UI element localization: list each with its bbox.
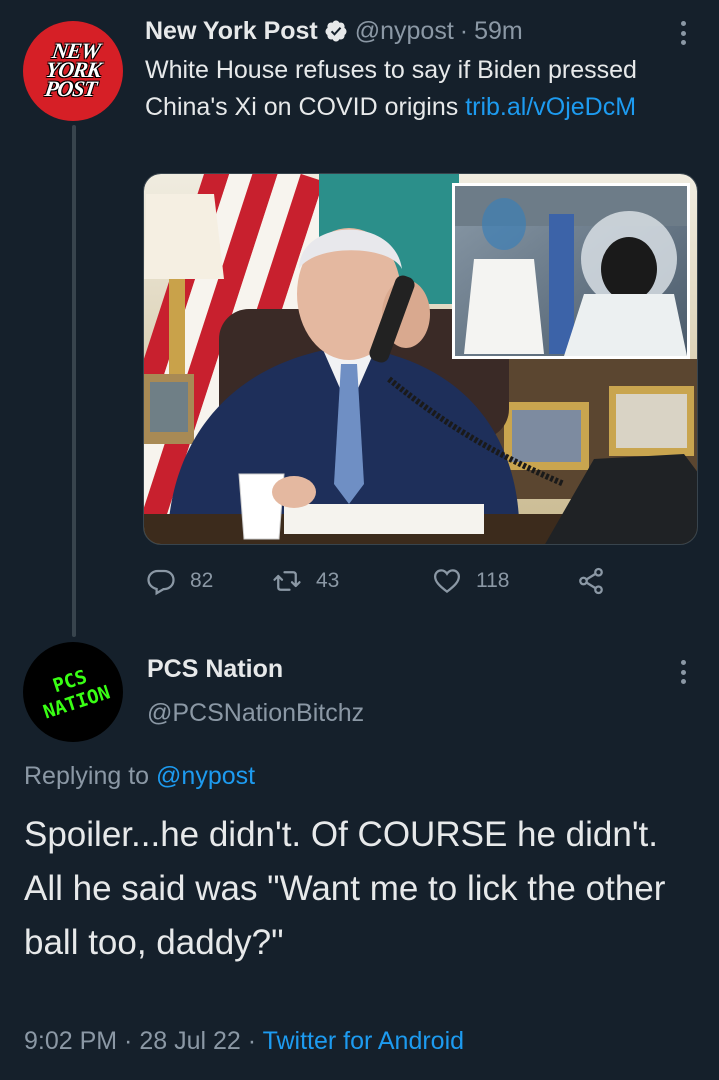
reply-line-1: Spoiler...he didn't. Of COURSE he didn't… [24,815,658,854]
reply-text: Spoiler...he didn't. Of COURSE he didn't… [24,808,704,970]
tweet-header: New York Post @nypost · 59m [145,14,523,48]
retweet-icon [273,571,301,591]
tweet-time[interactable]: 59m [474,17,523,46]
more-options-icon[interactable] [676,19,690,47]
replying-to: Replying to @nypost [24,762,255,791]
replying-handle-link[interactable]: @nypost [156,762,255,790]
reply-line-2: All he said was "Want me to lick the oth… [24,869,666,962]
reply-author-name[interactable]: PCS Nation [147,655,283,684]
retweet-button[interactable]: 43 [272,563,339,599]
media-illustration [144,174,697,544]
verified-badge-icon [325,20,347,42]
author-handle[interactable]: @nypost [355,17,454,46]
separator-dot: · [240,1027,263,1055]
replying-prefix: Replying to [24,762,157,790]
tweet-text: White House refuses to say if Biden pres… [145,52,700,126]
separator-dot: · [459,16,469,45]
reply-metadata: 9:02 PM · 28 Jul 22 · Twitter for Androi… [24,1027,464,1056]
like-icon [433,569,461,594]
pcsnation-avatar[interactable]: PCS NATION [23,642,123,742]
share-button[interactable] [576,563,620,599]
like-button[interactable]: 118 [432,563,509,599]
nypost-avatar[interactable]: NEW YORK POST [23,21,123,121]
reply-author-handle[interactable]: @PCSNationBitchz [147,699,364,728]
pcsnation-logo: PCS NATION [40,665,113,724]
separator-dot: · [117,1027,140,1055]
thread-connector-line [72,125,76,637]
client-link[interactable]: Twitter for Android [263,1027,464,1055]
reply-count: 82 [190,569,214,592]
share-icon [579,567,603,595]
tweet-link[interactable]: trib.al/vOjeDcM [465,93,636,121]
reply-time[interactable]: 9:02 PM [24,1027,117,1055]
tweet-media-image[interactable] [143,173,698,545]
nypost-logo: NEW YORK POST [43,37,103,101]
retweet-count: 43 [316,569,340,592]
reply-date[interactable]: 28 Jul 22 [139,1027,240,1055]
more-options-icon[interactable] [676,658,690,686]
reply-icon [147,569,175,596]
reply-button[interactable]: 82 [146,563,213,599]
author-name[interactable]: New York Post [145,17,318,46]
tweet-actions: 82 43 118 [146,563,616,599]
like-count: 118 [476,569,510,592]
